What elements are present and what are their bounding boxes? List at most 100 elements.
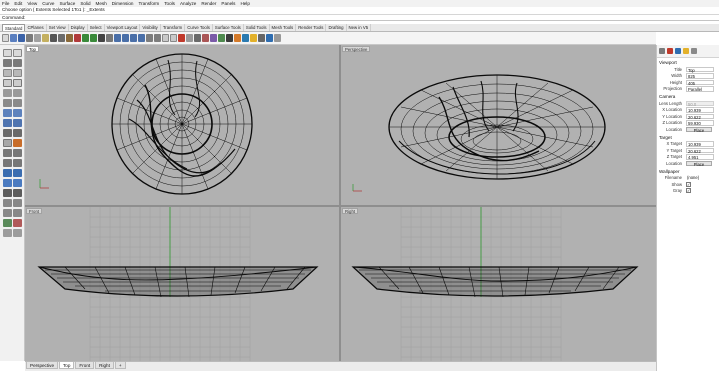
- save-icon[interactable]: [18, 34, 25, 42]
- pan-icon[interactable]: [98, 34, 105, 42]
- viewport-perspective[interactable]: Perspective: [341, 45, 656, 205]
- display-tab-icon[interactable]: [675, 48, 681, 54]
- height-field[interactable]: 405: [686, 79, 714, 86]
- viewport-top[interactable]: Top: [25, 45, 339, 205]
- boolean-icon[interactable]: [13, 139, 22, 147]
- explode-icon[interactable]: [13, 159, 22, 167]
- block-icon[interactable]: [13, 219, 22, 227]
- bottom-tab-right[interactable]: Right: [95, 362, 114, 369]
- rotate-view-icon[interactable]: [106, 34, 113, 42]
- tab-transform[interactable]: Transform: [161, 24, 186, 31]
- tab-render-tools[interactable]: Render Tools: [296, 24, 327, 31]
- grid-snap-icon[interactable]: [3, 209, 12, 217]
- copy-icon[interactable]: [58, 34, 65, 42]
- z-location-field[interactable]: 59.930: [686, 120, 714, 126]
- dimension-icon[interactable]: [3, 199, 12, 207]
- history-icon[interactable]: [3, 229, 12, 237]
- menu-analyze[interactable]: Analyze: [180, 1, 196, 6]
- rectangle-icon[interactable]: [13, 79, 22, 87]
- command-input[interactable]: Command:: [0, 14, 719, 21]
- tab-cplanes[interactable]: CPlanes: [25, 24, 47, 31]
- menu-curve[interactable]: Curve: [42, 1, 54, 6]
- tab-select[interactable]: Select: [88, 24, 105, 31]
- tab-standard[interactable]: Standard: [2, 24, 26, 31]
- set-view-icon[interactable]: [170, 34, 177, 42]
- display-mode-icon[interactable]: [218, 34, 225, 42]
- viewport-front-tab[interactable]: Front: [26, 208, 43, 214]
- gray-checkbox[interactable]: ✓: [686, 188, 691, 194]
- join-icon[interactable]: [3, 159, 12, 167]
- menu-render[interactable]: Render: [201, 1, 216, 6]
- cplane-icon[interactable]: [162, 34, 169, 42]
- solid-box-icon[interactable]: [3, 129, 12, 137]
- import-icon[interactable]: [34, 34, 41, 42]
- tab-viewport-layout[interactable]: Viewport Layout: [105, 24, 141, 31]
- curve-icon[interactable]: [3, 69, 12, 77]
- revolve-icon[interactable]: [13, 119, 22, 127]
- loft-icon[interactable]: [13, 109, 22, 117]
- viewport-front[interactable]: Front: [25, 207, 339, 361]
- scale-icon[interactable]: [13, 179, 22, 187]
- filename-value[interactable]: (none): [686, 175, 714, 181]
- gumball-icon[interactable]: [13, 229, 22, 237]
- target-place-button[interactable]: Place: [686, 160, 712, 166]
- title-field[interactable]: Top: [686, 66, 714, 73]
- x-target-field[interactable]: 10.939: [686, 141, 714, 147]
- hide-icon[interactable]: [178, 34, 185, 42]
- layers-tab-icon[interactable]: [667, 48, 673, 54]
- tab-curve-tools[interactable]: Curve Tools: [185, 24, 213, 31]
- lock-icon[interactable]: [194, 34, 201, 42]
- polygon-icon[interactable]: [3, 99, 12, 107]
- undo-icon[interactable]: [82, 34, 89, 42]
- solid-sphere-icon[interactable]: [13, 129, 22, 137]
- arc-icon[interactable]: [3, 89, 12, 97]
- zoom-icon[interactable]: [114, 34, 121, 42]
- add-viewport-tab-button[interactable]: +: [114, 362, 126, 369]
- analysis-icon[interactable]: [13, 199, 22, 207]
- cut-icon[interactable]: [50, 34, 57, 42]
- mirror-icon[interactable]: [3, 189, 12, 197]
- export-icon[interactable]: [42, 34, 49, 42]
- environment-icon[interactable]: [242, 34, 249, 42]
- tab-display[interactable]: Display: [69, 24, 88, 31]
- menu-dimension[interactable]: Dimension: [112, 1, 134, 6]
- delete-icon[interactable]: [74, 34, 81, 42]
- osnap-icon[interactable]: [13, 209, 22, 217]
- print-icon[interactable]: [26, 34, 33, 42]
- lights-tab-icon[interactable]: [683, 48, 689, 54]
- select-icon[interactable]: [3, 49, 12, 57]
- layer-icon[interactable]: [202, 34, 209, 42]
- group-icon[interactable]: [3, 219, 12, 227]
- zoom-selected-icon[interactable]: [138, 34, 145, 42]
- viewport-right[interactable]: Right: [341, 207, 656, 361]
- tab-mesh-tools[interactable]: Mesh Tools: [270, 24, 297, 31]
- mesh-icon[interactable]: [3, 139, 12, 147]
- menu-solid[interactable]: Solid: [80, 1, 90, 6]
- analyze-icon[interactable]: [258, 34, 265, 42]
- open-file-icon[interactable]: [10, 34, 17, 42]
- trim-icon[interactable]: [3, 149, 12, 157]
- polyline-icon[interactable]: [13, 59, 22, 67]
- help-icon[interactable]: [274, 34, 281, 42]
- menu-edit[interactable]: Edit: [14, 1, 22, 6]
- array-icon[interactable]: [13, 189, 22, 197]
- properties-tab-icon[interactable]: [659, 48, 665, 54]
- undo-view-icon[interactable]: [146, 34, 153, 42]
- text-icon[interactable]: [13, 99, 22, 107]
- render-icon[interactable]: [226, 34, 233, 42]
- menu-help[interactable]: Help: [240, 1, 249, 6]
- tab-surface-tools[interactable]: Surface Tools: [213, 24, 244, 31]
- show-checkbox[interactable]: ✓: [686, 181, 691, 187]
- menu-mesh[interactable]: Mesh: [96, 1, 107, 6]
- camera-place-button[interactable]: Place: [686, 126, 712, 132]
- menu-panels[interactable]: Panels: [221, 1, 235, 6]
- menu-tools[interactable]: Tools: [164, 1, 175, 6]
- rotate-icon[interactable]: [3, 179, 12, 187]
- y-location-field[interactable]: 20.622: [686, 113, 714, 120]
- sweep-icon[interactable]: [3, 119, 12, 127]
- x-location-field[interactable]: 10.939: [686, 107, 714, 113]
- properties-icon[interactable]: [210, 34, 217, 42]
- width-field[interactable]: 825: [686, 73, 714, 79]
- four-view-icon[interactable]: [154, 34, 161, 42]
- new-file-icon[interactable]: [2, 34, 9, 42]
